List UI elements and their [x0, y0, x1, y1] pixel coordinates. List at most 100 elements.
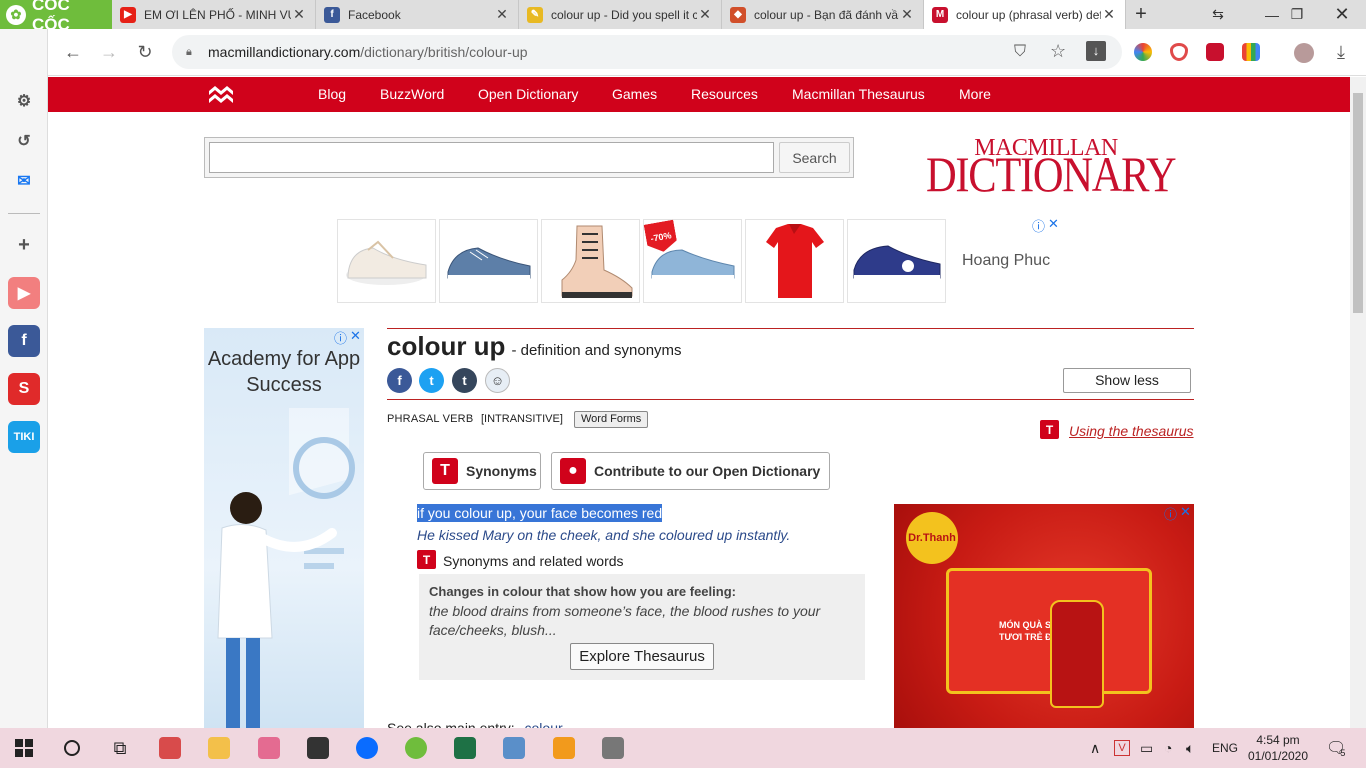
browser-brand[interactable]: ✿ CỐC CỐC: [0, 0, 112, 34]
zalo-icon[interactable]: [343, 728, 391, 768]
close-icon[interactable]: ✕: [494, 6, 510, 23]
close-icon[interactable]: ✕: [697, 6, 713, 23]
facebook-icon[interactable]: f: [8, 325, 40, 357]
close-icon[interactable]: ✕: [1101, 6, 1117, 23]
new-tab-button[interactable]: +: [1126, 0, 1156, 29]
open-dictionary-icon: ●: [560, 458, 586, 484]
ad-info-icon[interactable]: ⓘ: [1032, 216, 1045, 235]
downloads-button[interactable]: ⤓: [1326, 37, 1356, 67]
adblock-icon[interactable]: [1170, 43, 1188, 61]
search-input[interactable]: [209, 142, 774, 173]
snipping-tool-icon[interactable]: [245, 728, 293, 768]
app-icon[interactable]: [490, 728, 538, 768]
using-thesaurus-link[interactable]: Using the thesaurus: [1069, 423, 1194, 439]
restore-button[interactable]: ❐: [1275, 0, 1319, 29]
explore-thesaurus-button[interactable]: Explore Thesaurus: [570, 643, 714, 670]
twitter-share-icon[interactable]: t: [419, 368, 444, 393]
chrome-extension-icon[interactable]: [1134, 43, 1152, 61]
tab-macmillan[interactable]: M colour up (phrasal verb) definition ✕: [924, 0, 1126, 29]
thesaurus-words[interactable]: the blood drains from someone’s face, th…: [429, 602, 849, 640]
show-less-button[interactable]: Show less: [1063, 368, 1191, 393]
ad-info-icon[interactable]: ⓘ: [334, 328, 347, 347]
nav-blog[interactable]: Blog: [318, 77, 346, 112]
nav-thesaurus[interactable]: Macmillan Thesaurus: [792, 77, 925, 112]
nav-games[interactable]: Games: [612, 77, 657, 112]
notification-icon[interactable]: 🗨︎ 5: [1326, 728, 1346, 768]
avatar[interactable]: [1294, 43, 1314, 63]
nav-open-dictionary[interactable]: Open Dictionary: [478, 77, 578, 112]
battery-icon[interactable]: ▭: [1140, 728, 1153, 768]
clock[interactable]: 4:54 pm 01/01/2020: [1248, 728, 1308, 768]
close-icon[interactable]: ✕: [291, 6, 307, 23]
excel-icon[interactable]: [441, 728, 489, 768]
language-indicator[interactable]: ENG: [1212, 728, 1238, 768]
page-scrollbar[interactable]: [1350, 77, 1366, 728]
clock-date: 01/01/2020: [1247, 749, 1309, 763]
volume-icon[interactable]: 🔈︎: [1186, 728, 1194, 768]
facebook-share-icon[interactable]: f: [387, 368, 412, 393]
close-icon[interactable]: ✕: [899, 6, 915, 23]
ad-close-icon[interactable]: ✕: [1180, 504, 1191, 520]
messenger-icon[interactable]: ✉: [8, 165, 40, 197]
add-panel-icon[interactable]: +: [8, 229, 40, 261]
app-icon[interactable]: [146, 728, 194, 768]
nav-more[interactable]: More: [959, 77, 991, 112]
tab-spellcheck[interactable]: ✎ colour up - Did you spell it correctly…: [519, 0, 722, 29]
shopee-icon[interactable]: S: [8, 373, 40, 405]
macmillan-logo-icon[interactable]: [208, 83, 234, 105]
settings-gear-icon[interactable]: ⚙: [8, 85, 40, 117]
reload-button[interactable]: ↻: [130, 37, 160, 67]
history-icon[interactable]: ↺: [8, 125, 40, 157]
reddit-share-icon[interactable]: ☺: [485, 368, 510, 393]
search-icon[interactable]: [48, 728, 96, 768]
apps-extension-icon[interactable]: [1242, 43, 1260, 61]
wifi-icon[interactable]: ◔: [1164, 728, 1172, 768]
star-icon[interactable]: ☆: [1050, 41, 1066, 62]
thesaurus-icon: T: [1040, 420, 1059, 439]
ad-brand[interactable]: Hoang Phuc: [962, 252, 1050, 270]
word-forms-button[interactable]: Word Forms: [574, 411, 649, 428]
ad-close-icon[interactable]: ✕: [1048, 216, 1059, 232]
ad-close-icon[interactable]: ✕: [350, 328, 361, 344]
tray-app-icon[interactable]: V: [1114, 728, 1130, 768]
ad-product-image[interactable]: [847, 219, 946, 303]
task-view-icon[interactable]: ⧉: [96, 728, 144, 768]
left-ad-banner[interactable]: Academy for App Success: [204, 328, 364, 728]
app-icon[interactable]: [589, 728, 637, 768]
ad-product-image[interactable]: [745, 219, 844, 303]
address-bar[interactable]: 🔒︎ macmillandictionary.com/dictionary/br…: [172, 35, 1122, 69]
tiki-icon[interactable]: TIKI: [8, 421, 40, 453]
see-also-link[interactable]: colour: [525, 720, 563, 728]
ad-product-image[interactable]: -70%: [643, 219, 742, 303]
file-explorer-icon[interactable]: [195, 728, 243, 768]
ad-product-image[interactable]: [439, 219, 538, 303]
tab-facebook[interactable]: f Facebook ✕: [316, 0, 519, 29]
tumblr-share-icon[interactable]: t: [452, 368, 477, 393]
app-icon[interactable]: [540, 728, 588, 768]
sticky-notes-icon[interactable]: [294, 728, 342, 768]
contribute-button[interactable]: ● Contribute to our Open Dictionary: [551, 452, 830, 490]
tab-youtube[interactable]: ▶ EM ƠI LÊN PHỐ - MINH VƯƠNG ✕: [112, 0, 316, 29]
tray-expand-icon[interactable]: ∧: [1090, 728, 1100, 768]
logo-dictionary[interactable]: DICTIONARY: [926, 149, 1177, 199]
scrollbar-thumb[interactable]: [1353, 93, 1363, 313]
tab-cambridge[interactable]: ◆ colour up - Bạn đã đánh vần ✕: [722, 0, 924, 29]
ad-info-icon[interactable]: ⓘ: [1164, 504, 1177, 523]
nav-resources[interactable]: Resources: [691, 77, 758, 112]
youtube-icon[interactable]: ▶: [8, 277, 40, 309]
tab-search-button[interactable]: ⇆: [1196, 0, 1240, 29]
forward-button[interactable]: →: [94, 37, 124, 67]
search-button[interactable]: Search: [779, 142, 850, 173]
right-ad-banner[interactable]: Dr.Thanh MÓN QUÀ SỨC KHỎE TƯƠI TRẺ ĐÓN X…: [894, 504, 1194, 728]
synonyms-button[interactable]: T Synonyms: [423, 452, 541, 490]
ad-product-image[interactable]: [541, 219, 640, 303]
ad-product-image[interactable]: [337, 219, 436, 303]
back-button[interactable]: ←: [58, 37, 88, 67]
download-icon[interactable]: ↓: [1086, 41, 1106, 61]
shield-icon[interactable]: ⛉: [1014, 43, 1026, 61]
coccoc-icon[interactable]: [392, 728, 440, 768]
nav-buzzword[interactable]: BuzzWord: [380, 77, 444, 112]
windows-start-icon[interactable]: [0, 728, 48, 768]
sync-extension-icon[interactable]: [1206, 43, 1224, 61]
close-window-button[interactable]: ✕: [1320, 0, 1364, 29]
